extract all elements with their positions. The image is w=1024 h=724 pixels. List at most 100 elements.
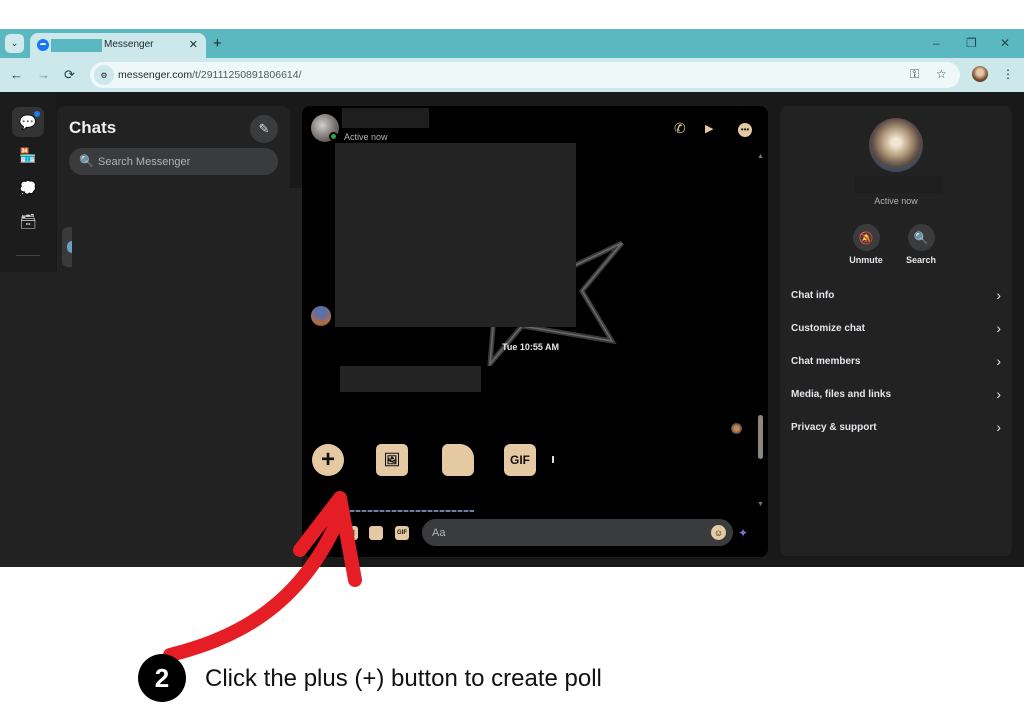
password-key-icon[interactable]: ⚿: [910, 67, 919, 82]
row-label: Chat info: [791, 290, 835, 301]
tab-close-icon[interactable]: ✕: [189, 38, 198, 51]
read-receipt-avatar: [731, 423, 742, 434]
store-icon: 🏪: [19, 146, 37, 163]
bell-muted-icon: 🔕: [858, 230, 874, 245]
plus-button[interactable]: +: [312, 444, 344, 476]
chat-list-item-avatar[interactable]: [62, 227, 72, 267]
rail-item-marketplace[interactable]: 🏪: [12, 140, 44, 170]
composer-gif-button[interactable]: GIF: [395, 526, 409, 540]
search-label: Search: [905, 255, 937, 265]
row-label: Privacy & support: [791, 422, 877, 433]
text-cursor: [552, 456, 554, 463]
menu-row-media-files-links[interactable]: Media, files and links ›: [791, 385, 1001, 405]
new-tab-button[interactable]: +: [213, 35, 222, 52]
archive-icon: 🗃: [19, 212, 37, 229]
sender-avatar[interactable]: [311, 306, 331, 326]
search-icon: 🔍: [913, 230, 929, 245]
contact-profile-photo[interactable]: [869, 118, 923, 172]
scrollbar-thumb[interactable]: [758, 415, 763, 459]
minimize-button[interactable]: –: [933, 36, 940, 50]
redacted-contact-name: [854, 176, 942, 193]
browser-tab-bar: ⌄ Messenger ✕ + – ❐ ✕: [0, 29, 1024, 58]
row-label: Customize chat: [791, 323, 865, 334]
browser-toolbar: ← → ⟳ ⚙ messenger.com/t/2911125089180661…: [0, 58, 1024, 92]
tab-search-button[interactable]: ⌄: [5, 34, 24, 53]
unmute-button[interactable]: 🔕 Unmute: [846, 224, 886, 265]
image-icon: 🖼: [383, 452, 401, 467]
contact-status: Active now: [874, 196, 918, 206]
chevron-right-icon: ›: [996, 419, 1001, 435]
redacted-message: [340, 366, 481, 392]
chevron-right-icon: ›: [996, 320, 1001, 336]
sticker-button[interactable]: [442, 444, 474, 476]
row-label: Media, files and links: [791, 389, 892, 400]
tutorial-canvas: ⌄ Messenger ✕ + – ❐ ✕ ← → ⟳ ⚙ messenger.…: [0, 0, 1024, 724]
address-bar[interactable]: ⚙ messenger.com/t/29111250891806614/ ⚿ ☆: [90, 62, 960, 88]
back-button[interactable]: ←: [10, 67, 23, 82]
redacted-block: [51, 39, 102, 52]
restore-button[interactable]: ❐: [966, 36, 977, 50]
scroll-up-arrow[interactable]: ▲: [757, 153, 764, 160]
contact-status: Active now: [344, 132, 388, 142]
chevron-right-icon: ›: [996, 287, 1001, 303]
red-pointer-arrow-icon: [163, 491, 362, 660]
reload-button[interactable]: ⟳: [64, 67, 75, 83]
chevron-right-icon: ›: [996, 353, 1001, 369]
step-number-badge: 2: [138, 654, 186, 702]
divider: [16, 255, 40, 256]
chevron-down-icon: ⌄: [10, 38, 19, 48]
step-instruction: Click the plus (+) button to create poll: [205, 665, 602, 692]
rail-item-requests[interactable]: 💭: [12, 173, 44, 203]
scroll-down-arrow[interactable]: ▼: [757, 501, 764, 508]
message-timestamp: Tue 10:55 AM: [502, 342, 560, 352]
message-placeholder: Aa: [432, 527, 446, 539]
search-in-chat-button[interactable]: 🔍 Search: [901, 224, 941, 265]
profile-avatar[interactable]: [972, 66, 988, 82]
left-nav-rail: 💬 🏪 💭 🗃: [0, 92, 56, 272]
video-call-icon[interactable]: ▶: [705, 122, 713, 135]
menu-row-chat-info[interactable]: Chat info ›: [791, 286, 1001, 306]
messenger-app: 💬 🏪 💭 🗃 Chats ✎ 🔍 Search Messenger Activ…: [0, 92, 1024, 567]
close-window-button[interactable]: ✕: [1000, 36, 1010, 50]
unmute-label: Unmute: [849, 255, 883, 265]
chats-title: Chats: [69, 118, 117, 137]
phone-call-icon[interactable]: ✆: [674, 120, 686, 137]
new-message-button[interactable]: ✎: [250, 115, 278, 143]
forward-button[interactable]: →: [37, 67, 50, 82]
redacted-block: [0, 272, 73, 567]
rail-item-chats[interactable]: 💬: [12, 107, 44, 137]
compose-icon: ✎: [258, 121, 270, 136]
tab-title: Messenger: [104, 39, 154, 50]
browser-tab-messenger[interactable]: Messenger ✕: [30, 33, 206, 58]
menu-row-privacy-support[interactable]: Privacy & support ›: [791, 418, 1001, 438]
more-options-icon[interactable]: •••: [738, 123, 752, 137]
menu-row-chat-members[interactable]: Chat members ›: [791, 352, 1001, 372]
search-placeholder: Search Messenger: [98, 156, 191, 168]
gif-icon: GIF: [510, 453, 530, 467]
row-label: Chat members: [791, 356, 861, 367]
url-path: /t/29111250891806614/: [192, 69, 302, 81]
redacted-contact-name: [342, 108, 429, 128]
chevron-right-icon: ›: [996, 386, 1001, 402]
message-input[interactable]: Aa ☺: [422, 519, 733, 546]
bookmark-star-icon[interactable]: ☆: [936, 67, 947, 81]
attach-photo-button[interactable]: 🖼: [376, 444, 408, 476]
notification-dot: [34, 111, 40, 117]
search-icon: 🔍: [79, 154, 94, 168]
message-requests-icon: 💭: [19, 179, 37, 196]
rail-item-archive[interactable]: 🗃: [12, 206, 44, 236]
online-status-dot: [329, 132, 338, 141]
plus-icon: +: [320, 446, 335, 473]
emoji-icon[interactable]: ☺: [711, 525, 726, 540]
menu-row-customize-chat[interactable]: Customize chat ›: [791, 319, 1001, 339]
gif-button[interactable]: GIF: [504, 444, 536, 476]
search-messenger-input[interactable]: 🔍 Search Messenger: [69, 148, 278, 175]
chat-info-panel: Active now 🔕 Unmute 🔍 Search Chat info › …: [780, 106, 1012, 556]
browser-menu-icon[interactable]: ⋮: [1002, 67, 1014, 81]
site-info-icon[interactable]: ⚙: [94, 65, 114, 85]
quick-reaction-icon[interactable]: ✦: [738, 526, 748, 540]
messenger-favicon-icon: [37, 39, 49, 51]
gif-icon: GIF: [397, 530, 407, 536]
redacted-message: [335, 143, 576, 327]
url-host: messenger.com: [118, 69, 193, 81]
